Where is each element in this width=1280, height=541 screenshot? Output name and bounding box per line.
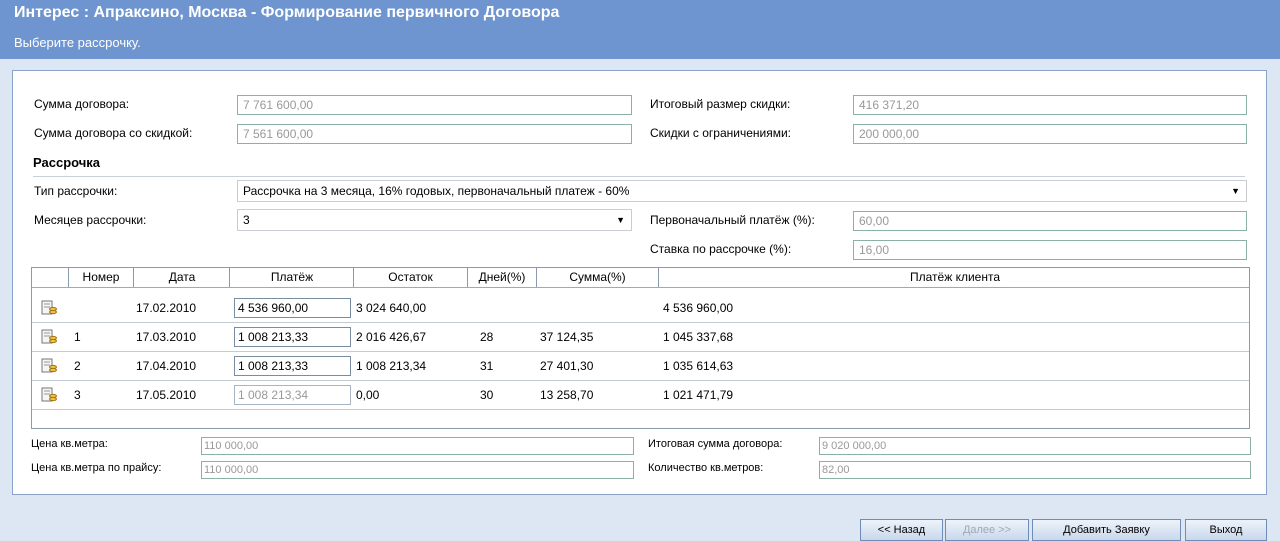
section-divider [33,176,1245,177]
months-select[interactable]: 3 ▼ [237,209,632,231]
total-contract-field[interactable]: 9 020 000,00 [819,437,1251,455]
price-sqm-label: Цена кв.метра: [31,438,108,450]
page-title: Интерес : Апраксино, Москва - Формирован… [14,4,560,21]
main-panel: Сумма договора: 7 761 600,00 Сумма догов… [12,70,1267,495]
row-client-payment: 1 021 471,79 [663,388,734,402]
table-row[interactable]: 17.02.2010 4 536 960,00 3 024 640,00 4 5… [32,294,1249,323]
back-button[interactable]: << Назад [860,519,943,541]
row-payment-input[interactable]: 1 008 213,33 [234,327,351,347]
row-client-payment: 4 536 960,00 [663,301,734,315]
table-row[interactable]: 3 17.05.2010 1 008 213,34 0,00 30 13 258… [32,381,1249,410]
rate-label: Ставка по рассрочке (%): [650,242,792,256]
col-header-date[interactable]: Дата [134,268,230,286]
months-value: 3 [243,213,250,227]
installment-type-value: Рассрочка на 3 месяца, 16% годовых, перв… [243,184,630,198]
row-rest: 1 008 213,34 [356,359,427,373]
initial-payment-label: Первоначальный платёж (%): [650,213,815,227]
col-header-sum[interactable]: Сумма(%) [537,268,658,286]
document-coins-icon[interactable] [41,329,57,345]
page-subtitle: Выберите рассрочку. [14,35,141,50]
row-rest: 0,00 [356,388,380,402]
table-row[interactable]: 1 17.03.2010 1 008 213,33 2 016 426,67 2… [32,323,1249,352]
next-button[interactable]: Далее >> [945,519,1029,541]
limited-discounts-label: Скидки с ограничениями: [650,126,792,140]
row-sum: 13 258,70 [540,388,594,402]
col-header-number[interactable]: Номер [69,268,133,286]
row-sum: 37 124,35 [540,330,594,344]
exit-button[interactable]: Выход [1185,519,1267,541]
row-sum: 27 401,30 [540,359,594,373]
total-discount-label: Итоговый размер скидки: [650,97,791,111]
total-contract-label: Итоговая сумма договора: [648,438,783,450]
sqm-count-field[interactable]: 82,00 [819,461,1251,479]
row-client-payment: 1 045 337,68 [663,330,734,344]
row-rest: 2 016 426,67 [356,330,427,344]
col-header-rest[interactable]: Остаток [354,268,467,286]
row-date: 17.04.2010 [136,359,197,373]
total-discount-field[interactable]: 416 371,20 [853,95,1247,115]
installment-section-title: Рассрочка [33,155,101,170]
row-date: 17.02.2010 [136,301,197,315]
row-days: 30 [480,388,494,402]
price-sqm-field[interactable]: 110 000,00 [201,437,634,455]
contract-sum-discount-label: Сумма договора со скидкой: [34,126,193,140]
document-coins-icon[interactable] [41,358,57,374]
row-payment-input[interactable]: 1 008 213,33 [234,356,351,376]
price-sqm-list-label: Цена кв.метра по прайсу: [31,462,162,474]
row-days: 28 [480,330,494,344]
sqm-count-label: Количество кв.метров: [648,462,764,474]
installment-type-select[interactable]: Рассрочка на 3 месяца, 16% годовых, перв… [237,180,1247,202]
initial-payment-field[interactable]: 60,00 [853,211,1247,231]
row-number: 3 [74,388,81,402]
row-rest: 3 024 640,00 [356,301,427,315]
document-coins-icon[interactable] [41,387,57,403]
months-label: Месяцев рассрочки: [34,213,147,227]
row-date: 17.05.2010 [136,388,197,402]
col-header-days[interactable]: Дней(%) [468,268,536,286]
table-row[interactable]: 2 17.04.2010 1 008 213,33 1 008 213,34 3… [32,352,1249,381]
chevron-down-icon[interactable]: ▼ [1231,181,1240,201]
contract-sum-field[interactable]: 7 761 600,00 [237,95,632,115]
row-number: 2 [74,359,81,373]
rate-field[interactable]: 16,00 [853,240,1247,260]
row-client-payment: 1 035 614,63 [663,359,734,373]
installment-type-label: Тип рассрочки: [34,184,118,198]
row-date: 17.03.2010 [136,330,197,344]
add-request-button[interactable]: Добавить Заявку [1032,519,1181,541]
document-coins-icon[interactable] [41,300,57,316]
col-header-payment[interactable]: Платёж [230,268,354,286]
row-days: 31 [480,359,494,373]
grid-header: Номер Дата Платёж Остаток Дней(%) Сумма(… [32,268,1249,288]
contract-sum-label: Сумма договора: [34,97,130,111]
contract-sum-discount-field[interactable]: 7 561 600,00 [237,124,632,144]
chevron-down-icon[interactable]: ▼ [616,210,625,230]
limited-discounts-field[interactable]: 200 000,00 [853,124,1247,144]
row-payment-input: 1 008 213,34 [234,385,351,405]
payment-schedule-grid: Номер Дата Платёж Остаток Дней(%) Сумма(… [31,267,1250,429]
row-payment-input[interactable]: 4 536 960,00 [234,298,351,318]
price-sqm-list-field[interactable]: 110 000,00 [201,461,634,479]
col-header-client-payment[interactable]: Платёж клиента [659,268,1249,286]
row-number: 1 [74,330,81,344]
title-bar: Интерес : Апраксино, Москва - Формирован… [0,0,1280,59]
